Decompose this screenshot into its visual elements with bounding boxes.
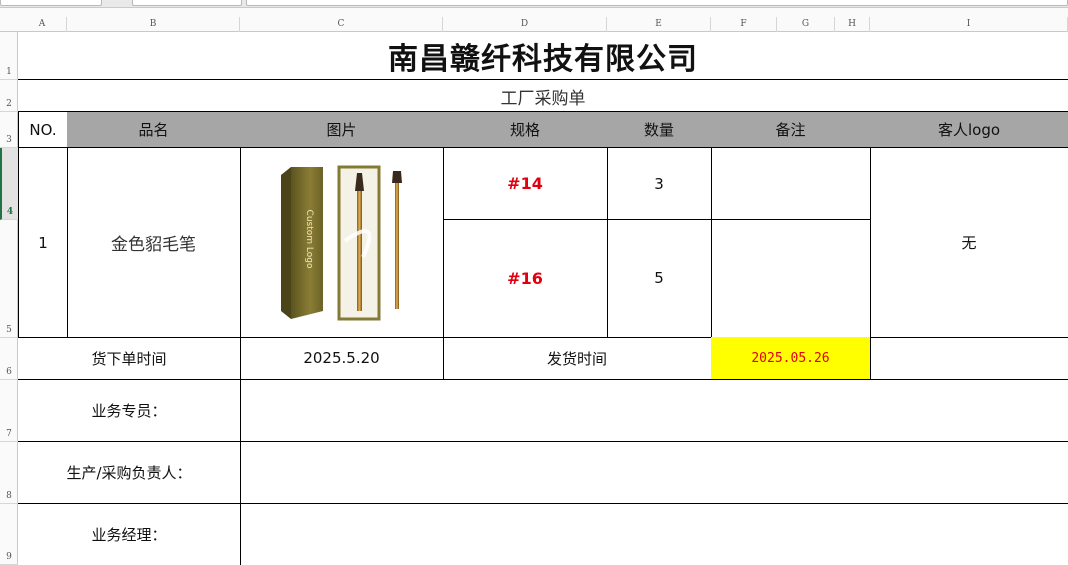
sheet-title[interactable]: 南昌赣纤科技有限公司 [18, 32, 1068, 80]
salesperson-label[interactable]: 业务专员： [18, 379, 241, 442]
header-quantity[interactable]: 数量 [607, 111, 712, 148]
row-header-4[interactable]: 4 [0, 148, 18, 220]
order-date-value[interactable]: 2025.5.20 [240, 337, 444, 380]
row-header-7[interactable]: 7 [0, 380, 18, 442]
column-header-b[interactable]: B [67, 17, 240, 32]
formula-input[interactable] [246, 0, 1068, 6]
production-value[interactable] [240, 441, 1068, 504]
remark-14[interactable] [711, 148, 871, 220]
header-spec[interactable]: 规格 [443, 111, 608, 148]
row-header-3[interactable]: 3 [0, 112, 18, 148]
header-image[interactable]: 图片 [240, 111, 444, 148]
header-no[interactable]: NO. [18, 111, 68, 148]
column-header-d[interactable]: D [443, 17, 607, 32]
spec-16[interactable]: #16 [443, 219, 608, 338]
row-header-2[interactable]: 2 [0, 80, 18, 112]
quantity-14[interactable]: 3 [607, 148, 712, 220]
column-header-c[interactable]: C [240, 17, 443, 32]
row-header-9[interactable]: 9 [0, 504, 18, 565]
sheet-subtitle[interactable]: 工厂采购单 [18, 80, 1068, 112]
row-header-8[interactable]: 8 [0, 442, 18, 504]
production-label[interactable]: 生产/采购负责人： [18, 441, 241, 504]
row-header-6[interactable]: 6 [0, 338, 18, 380]
svg-text:Custom Logo: Custom Logo [304, 209, 314, 268]
column-header-e[interactable]: E [607, 17, 711, 32]
column-header-i[interactable]: I [870, 17, 1068, 32]
item-number[interactable]: 1 [18, 148, 68, 338]
name-box[interactable]: N5 [0, 0, 102, 6]
order-date-label[interactable]: 货下单时间 [18, 337, 241, 380]
header-remark[interactable]: 备注 [711, 111, 871, 148]
column-header-f[interactable]: F [711, 17, 777, 32]
ship-date-label[interactable]: 发货时间 [443, 337, 712, 380]
column-header-g[interactable]: G [777, 17, 835, 32]
row-header-1[interactable]: 1 [0, 32, 18, 80]
item-image-cell[interactable]: Custom Logo [240, 148, 444, 338]
row-header-5[interactable]: 5 [0, 220, 18, 338]
spec-14[interactable]: #14 [443, 148, 608, 220]
quantity-16[interactable]: 5 [607, 219, 712, 338]
manager-label[interactable]: 业务经理： [18, 503, 241, 565]
header-product-name[interactable]: 品名 [67, 111, 241, 148]
salesperson-value[interactable] [240, 379, 1068, 442]
header-customer-logo[interactable]: 客人logo [870, 111, 1068, 148]
customer-logo-value[interactable]: 无 [870, 148, 1068, 338]
manager-value[interactable] [240, 503, 1068, 565]
ship-date-extra[interactable] [870, 337, 1068, 380]
column-header-h[interactable]: H [835, 17, 870, 32]
remark-16[interactable] [711, 219, 871, 338]
column-header-a[interactable]: A [18, 17, 67, 32]
ship-date-value[interactable]: 2025.05.26 [711, 337, 871, 380]
item-product-name[interactable]: 金色貂毛笔 [67, 148, 241, 338]
product-image: Custom Logo [280, 165, 402, 320]
fx-box[interactable] [132, 0, 242, 6]
